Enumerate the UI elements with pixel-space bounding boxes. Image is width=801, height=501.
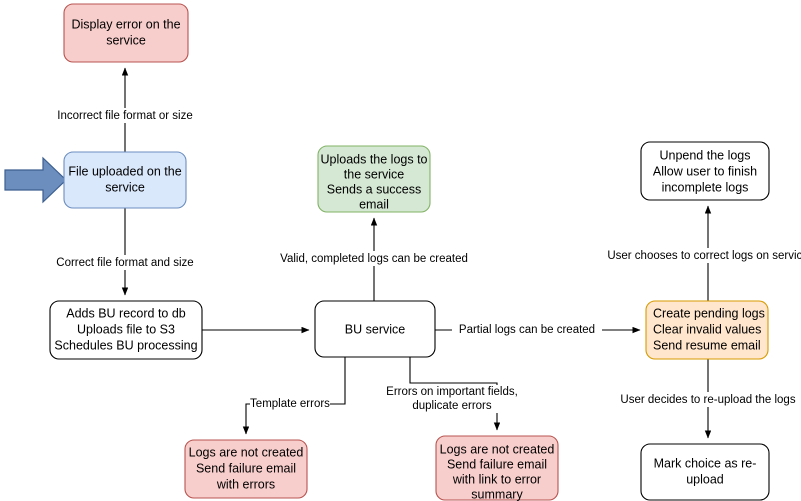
node-create-pending-logs-line-1: Create pending logs [653, 306, 765, 320]
node-display-error-line-1: Display error on the [71, 17, 180, 31]
node-create-pending-logs-line-2: Clear invalid values [653, 322, 761, 336]
node-logs-not-created-template[interactable]: Logs are not created Send failure email … [184, 439, 308, 499]
node-logs-not-created-link-line-1: Logs are not created [440, 442, 555, 456]
node-logs-not-created-link-line-3: with link to error [452, 472, 541, 486]
flowchart-svg: Incorrect file format or size Correct fi… [4, 3, 801, 501]
node-uploads-logs-line-3: Sends a success [327, 182, 422, 196]
edge-label-partial-logs: Partial logs can be created [459, 324, 595, 336]
edge-label-user-chooses-correct-logs: User chooses to correct logs on service [607, 250, 801, 262]
node-create-pending-logs[interactable]: Create pending logs Clear invalid values… [645, 300, 769, 360]
node-logs-not-created-link[interactable]: Logs are not created Send failure email … [435, 435, 559, 501]
node-uploads-logs[interactable]: Uploads the logs to the service Sends a … [317, 145, 431, 213]
flowchart-canvas: Incorrect file format or size Correct fi… [0, 0, 801, 501]
node-uploads-logs-line-4: email [359, 197, 389, 211]
node-bu-service[interactable]: BU service [314, 300, 436, 358]
node-adds-bu-record-line-3: Schedules BU processing [54, 338, 197, 352]
node-logs-not-created-template-line-1: Logs are not created [189, 445, 304, 459]
node-file-uploaded-line-2: service [105, 180, 145, 194]
edge-label-valid-completed-logs: Valid, completed logs can be created [280, 253, 468, 265]
node-mark-choice-line-2: upload [686, 472, 724, 486]
node-logs-not-created-template-line-2: Send failure email [196, 461, 296, 475]
node-create-pending-logs-line-3: Send resume email [653, 338, 761, 352]
edge-label-incorrect-format: Incorrect file format or size [57, 110, 192, 122]
edge-label-duplicate-errors: duplicate errors [412, 400, 492, 412]
external-input-arrow [4, 156, 67, 204]
node-display-error[interactable]: Display error on the service [63, 3, 189, 63]
edge-label-correct-format: Correct file format and size [56, 257, 193, 269]
node-logs-not-created-link-line-2: Send failure email [447, 457, 547, 471]
node-bu-service-label: BU service [345, 322, 405, 336]
edge-label-user-decides-reupload: User decides to re-upload the logs [620, 394, 795, 406]
node-uploads-logs-line-1: Uploads the logs to [320, 152, 427, 166]
node-adds-bu-record[interactable]: Adds BU record to db Uploads file to S3 … [49, 300, 203, 360]
node-mark-choice-line-1: Mark choice as re- [654, 456, 757, 470]
node-unpend-logs-line-2: Allow user to finish [653, 164, 757, 178]
edge-label-template-errors: Template errors [250, 398, 330, 410]
node-logs-not-created-link-line-4: summary [471, 487, 523, 501]
node-file-uploaded[interactable]: File uploaded on the service [63, 151, 187, 209]
node-unpend-logs-line-1: Unpend the logs [659, 148, 750, 162]
node-adds-bu-record-line-1: Adds BU record to db [66, 306, 186, 320]
edge-bu-service-to-logs-not-created-template [242, 357, 346, 435]
node-unpend-logs-line-3: incomplete logs [662, 180, 749, 194]
node-uploads-logs-line-2: the service [344, 167, 404, 181]
node-display-error-line-2: service [106, 33, 146, 47]
node-logs-not-created-template-line-3: with errors [216, 477, 275, 491]
node-mark-choice[interactable]: Mark choice as re- upload [640, 443, 770, 501]
node-adds-bu-record-line-2: Uploads file to S3 [77, 322, 175, 336]
node-unpend-logs[interactable]: Unpend the logs Allow user to finish inc… [640, 141, 770, 201]
edge-label-errors-important-fields: Errors on important fields, [386, 386, 518, 398]
node-file-uploaded-line-1: File uploaded on the [68, 164, 181, 178]
